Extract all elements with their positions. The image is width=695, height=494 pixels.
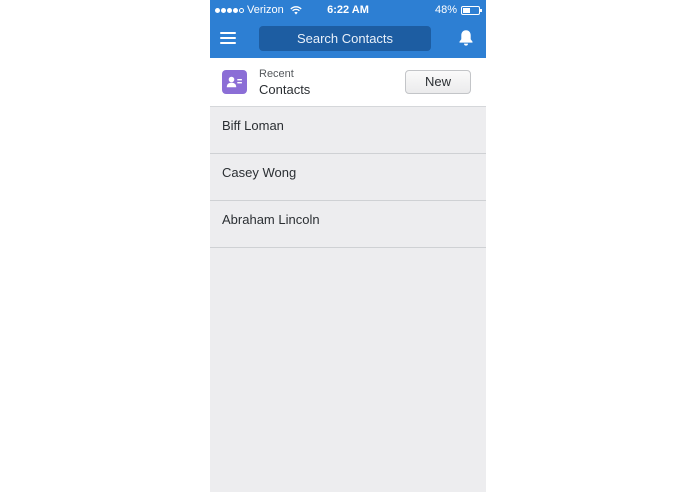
contact-list: Biff Loman Casey Wong Abraham Lincoln <box>210 107 486 248</box>
status-right: 48% <box>434 4 482 16</box>
search-input[interactable]: Search Contacts <box>259 26 431 51</box>
phone-screen: Verizon 6:22 AM 48% Search Contacts Rece… <box>210 0 486 492</box>
nav-bar: Search Contacts <box>210 22 486 58</box>
list-item[interactable]: Biff Loman <box>210 107 486 154</box>
list-item[interactable]: Abraham Lincoln <box>210 201 486 248</box>
page-title: Contacts <box>259 82 311 97</box>
contact-card-icon <box>222 70 247 94</box>
bell-icon[interactable] <box>458 29 474 47</box>
contact-name: Casey Wong <box>222 165 297 180</box>
contact-name: Biff Loman <box>222 118 284 133</box>
battery-percent: 48% <box>434 4 457 16</box>
recent-label: Recent <box>259 68 294 80</box>
battery-icon <box>461 5 482 15</box>
contact-name: Abraham Lincoln <box>222 212 320 227</box>
app-header: Verizon 6:22 AM 48% Search Contacts <box>210 0 486 58</box>
new-contact-button[interactable]: New <box>405 70 471 94</box>
recent-contacts-header: Recent Contacts New <box>210 58 486 107</box>
list-item[interactable]: Casey Wong <box>210 154 486 201</box>
menu-icon[interactable] <box>220 31 236 45</box>
status-bar: Verizon 6:22 AM 48% <box>210 0 486 22</box>
